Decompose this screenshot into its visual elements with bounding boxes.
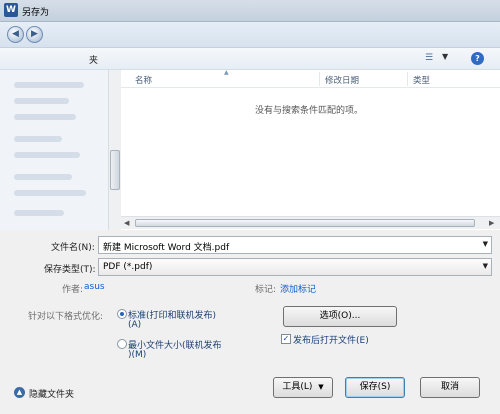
tags-label: 标记: <box>255 285 277 295</box>
save-options-panel: 文件名(N): 新建 Microsoft Word 文档.pdf ▼ 保存类型(… <box>0 230 500 414</box>
option-minimum-label-2[interactable]: )(M) <box>128 350 146 360</box>
window-title: 另存为 <box>22 8 50 18</box>
new-folder-button[interactable]: 夹 <box>89 53 98 66</box>
chevron-down-icon[interactable]: ▼ <box>483 240 488 248</box>
nav-pane-item[interactable] <box>14 210 64 216</box>
horizontal-scrollbar[interactable]: ◀ ▶ <box>121 216 500 229</box>
open-after-publish-label[interactable]: 发布后打开文件(E) <box>293 333 369 346</box>
scrollbar-thumb[interactable] <box>135 219 475 227</box>
tools-label: 工具(L) <box>282 382 313 392</box>
nav-pane-item[interactable] <box>14 152 80 158</box>
filename-label: 文件名(N): <box>51 243 95 253</box>
nav-pane-item[interactable] <box>14 98 69 104</box>
filetype-value: PDF (*.pdf) <box>103 262 153 272</box>
open-after-publish-checkbox[interactable]: ✓ <box>281 334 291 344</box>
empty-list-message: 没有与搜索条件匹配的项。 <box>255 106 364 116</box>
sort-arrow-icon: ▲ <box>224 69 229 76</box>
forward-button[interactable]: ▶ <box>26 26 43 43</box>
filename-value: 新建 Microsoft Word 文档.pdf <box>103 243 230 253</box>
scrollbar-thumb[interactable] <box>110 150 120 190</box>
hide-folders-button[interactable]: 隐藏文件夹 <box>29 387 74 400</box>
word-app-icon: W <box>4 3 18 17</box>
author-value[interactable]: asus <box>84 282 105 292</box>
column-divider[interactable] <box>319 72 320 86</box>
column-type[interactable]: 类型 <box>413 74 430 86</box>
back-button[interactable]: ◀ <box>7 26 24 43</box>
scroll-left-icon[interactable]: ◀ <box>124 219 129 227</box>
author-label: 作者: <box>62 285 84 295</box>
cancel-button[interactable]: 取消 <box>420 377 480 398</box>
help-icon[interactable]: ? <box>471 52 484 65</box>
add-tags-link[interactable]: 添加标记 <box>280 282 316 295</box>
option-standard-label[interactable]: 标准(打印和联机发布) <box>128 308 216 321</box>
tools-button[interactable]: 工具(L) ▼ <box>273 377 333 398</box>
file-list[interactable]: ▲ 名称 修改日期 类型 没有与搜索条件匹配的项。 <box>121 69 500 230</box>
column-modified-date[interactable]: 修改日期 <box>325 74 359 86</box>
options-button[interactable]: 选项(O)... <box>283 306 397 327</box>
filetype-label: 保存类型(T): <box>44 265 96 275</box>
scroll-right-icon[interactable]: ▶ <box>489 219 494 227</box>
column-header-row: ▲ 名称 修改日期 类型 <box>121 69 500 88</box>
nav-pane-item[interactable] <box>14 114 76 120</box>
nav-pane-item[interactable] <box>14 136 62 142</box>
nav-pane-item[interactable] <box>14 190 86 196</box>
chevron-up-icon[interactable]: ▲ <box>14 387 25 398</box>
radio-minimum-size[interactable] <box>117 339 127 349</box>
chevron-down-icon: ▼ <box>318 383 324 391</box>
title-bar: W 另存为 <box>0 0 500 22</box>
filetype-select[interactable]: PDF (*.pdf) ▼ <box>98 258 492 276</box>
command-toolbar: 夹 ☰ ▼ ? <box>0 48 500 70</box>
navigation-bar: ◀ ▶ <box>0 22 500 48</box>
filename-input[interactable]: 新建 Microsoft Word 文档.pdf ▼ <box>98 236 492 254</box>
column-name[interactable]: 名称 <box>135 74 152 86</box>
optimize-label: 针对以下格式优化: <box>28 312 104 322</box>
radio-standard[interactable] <box>117 309 127 319</box>
chevron-down-icon[interactable]: ▼ <box>442 52 448 61</box>
chevron-down-icon[interactable]: ▼ <box>483 262 488 270</box>
list-view-icon[interactable]: ☰ <box>425 53 436 63</box>
column-divider[interactable] <box>407 72 408 86</box>
nav-pane-item[interactable] <box>14 82 84 88</box>
option-standard-label-2[interactable]: (A) <box>128 320 141 330</box>
navigation-pane[interactable] <box>0 70 108 230</box>
nav-pane-scrollbar[interactable] <box>108 70 121 230</box>
save-button[interactable]: 保存(S) <box>345 377 405 398</box>
nav-pane-item[interactable] <box>14 174 72 180</box>
